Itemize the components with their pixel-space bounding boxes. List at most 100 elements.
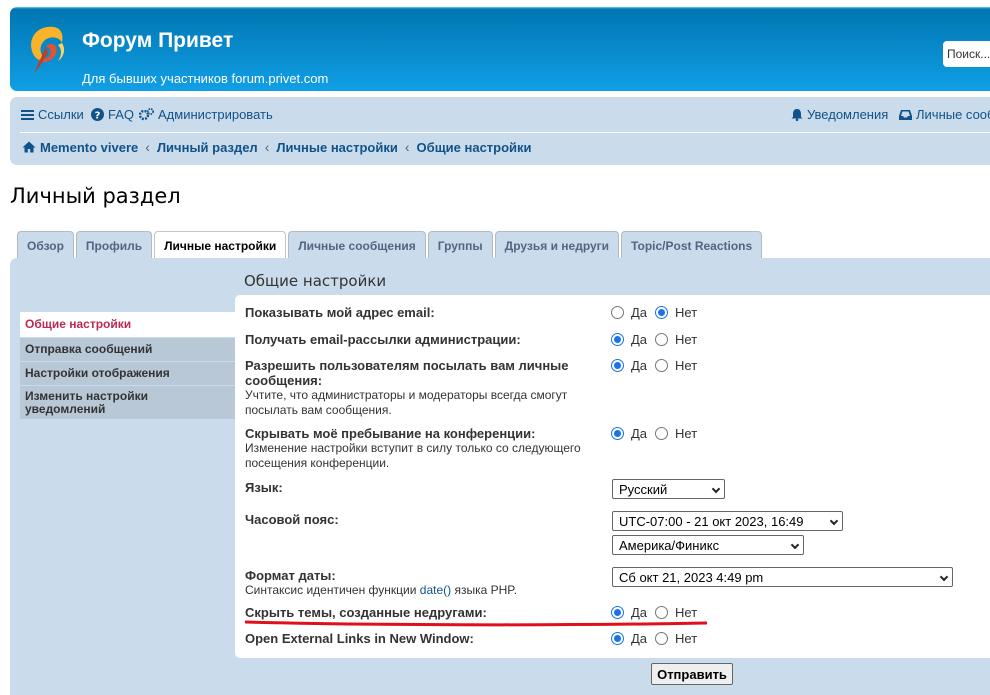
- radio-yes[interactable]: [611, 427, 624, 440]
- site-description: Для бывших участников forum.privet.com: [82, 71, 329, 86]
- hamburger-icon: [21, 109, 34, 120]
- radio-group: Да Нет: [611, 358, 705, 373]
- site-title[interactable]: Форум Привет: [82, 29, 233, 53]
- settings-form: Показывать мой адрес email: Да Нет Получ…: [235, 295, 990, 658]
- radio-no-label: Нет: [675, 605, 698, 620]
- submit-button[interactable]: Отправить: [651, 663, 733, 685]
- radio-no-label: Нет: [675, 305, 698, 320]
- bell-icon: [791, 109, 803, 121]
- radio-yes[interactable]: [611, 359, 624, 372]
- setting-explain: Учтите, что администраторы и модераторы …: [245, 388, 568, 417]
- radio-yes[interactable]: [611, 606, 624, 619]
- timezone-select-value: UTC-07:00 - 21 окт 2023, 16:49: [619, 514, 804, 529]
- breadcrumb-separator: ‹: [145, 139, 150, 155]
- radio-yes[interactable]: [611, 306, 624, 319]
- setting-label-text: Скрывать моё пребывание на конференции:: [245, 426, 536, 441]
- setting-label: Разрешить пользователям посылать вам лич…: [245, 358, 605, 418]
- radio-yes[interactable]: [611, 333, 624, 346]
- setting-label: Показывать мой адрес email:: [245, 305, 435, 320]
- breadcrumb-separator: ‹: [264, 139, 270, 155]
- tab-friends-foes[interactable]: Друзья и недруги: [494, 231, 620, 258]
- search-input[interactable]: Поиск...: [943, 41, 990, 67]
- radio-group: Да Нет: [611, 426, 705, 441]
- radio-no-label: Нет: [675, 358, 698, 373]
- radio-no[interactable]: [655, 333, 669, 346]
- tab-reactions[interactable]: Topic/Post Reactions: [621, 231, 763, 258]
- chevron-down-icon: [939, 572, 949, 582]
- radio-no[interactable]: [655, 632, 669, 645]
- breadcrumb-prefs[interactable]: Личные настройки: [276, 140, 398, 155]
- radio-yes[interactable]: [611, 632, 624, 645]
- tab-profile[interactable]: Профиль: [75, 231, 153, 258]
- faq-link[interactable]: ? FAQ: [91, 107, 134, 122]
- red-underline-annotation: [245, 620, 707, 627]
- tab-overview[interactable]: Обзор: [17, 231, 74, 258]
- setting-label: Формат даты: Синтаксис идентичен функции…: [245, 568, 605, 598]
- breadcrumb-ucp[interactable]: Личный раздел: [157, 140, 258, 155]
- radio-yes-label: Да: [631, 631, 648, 646]
- radio-no-label: Нет: [675, 332, 698, 347]
- explain-prefix: Синтаксис идентичен функции: [245, 583, 420, 597]
- radio-yes-label: Да: [631, 605, 648, 620]
- admin-link[interactable]: Администрировать: [139, 107, 273, 122]
- home-icon[interactable]: [22, 141, 36, 153]
- radio-yes-label: Да: [631, 358, 648, 373]
- radio-no-label: Нет: [675, 631, 698, 646]
- page-title: Личный раздел: [10, 184, 181, 208]
- question-circle-icon: ?: [91, 108, 104, 121]
- setting-label: Скрывать моё пребывание на конференции: …: [245, 426, 605, 471]
- chevron-down-icon: [829, 516, 839, 526]
- language-select-value: Русский: [619, 482, 668, 497]
- side-item-general[interactable]: Общие настройки: [20, 312, 235, 338]
- panel-title: Общие настройки: [244, 272, 387, 290]
- radio-yes-label: Да: [631, 305, 648, 320]
- radio-no[interactable]: [655, 306, 669, 319]
- setting-label: Язык:: [245, 480, 283, 495]
- chevron-down-icon: [711, 484, 721, 494]
- side-item-posting[interactable]: Отправка сообщений: [20, 338, 235, 362]
- navbar-divider: [20, 132, 990, 133]
- site-header: Форум Привет Для бывших участников forum…: [10, 7, 990, 91]
- date-function-link[interactable]: date(): [420, 583, 451, 597]
- timezone-select[interactable]: UTC-07:00 - 21 окт 2023, 16:49: [612, 511, 843, 531]
- side-item-display[interactable]: Настройки отображения: [20, 362, 235, 386]
- private-messages-link[interactable]: Личные сообщения: [899, 107, 990, 122]
- notifications-label: Уведомления: [807, 107, 889, 122]
- radio-group: Да Нет: [611, 605, 705, 620]
- svg-text:?: ?: [95, 111, 101, 122]
- gears-icon: [139, 108, 154, 121]
- radio-group: Да Нет: [611, 332, 705, 347]
- side-item-notifications[interactable]: Изменить настройки уведомлений: [20, 386, 235, 420]
- radio-no[interactable]: [655, 359, 669, 372]
- region-select-value: Америка/Финикс: [619, 538, 720, 553]
- breadcrumb-home[interactable]: Memento vivere: [40, 140, 138, 155]
- quick-links-label: Ссылки: [38, 107, 84, 122]
- radio-no-label: Нет: [675, 426, 698, 441]
- tab-preferences[interactable]: Личные настройки: [154, 231, 287, 259]
- setting-label: Скрыть темы, созданные недругами:: [245, 605, 487, 620]
- quick-links-menu[interactable]: Ссылки: [21, 107, 84, 122]
- breadcrumb-general[interactable]: Общие настройки: [417, 140, 532, 155]
- radio-no[interactable]: [655, 606, 669, 619]
- breadcrumb: Memento vivere ‹ Личный раздел ‹ Личные …: [22, 139, 532, 155]
- region-select[interactable]: Америка/Финикс: [612, 535, 804, 555]
- private-messages-label: Личные сообщения: [916, 107, 990, 122]
- setting-label-text: Формат даты:: [245, 568, 336, 583]
- setting-label: Получать email-рассылки администрации:: [245, 332, 521, 347]
- navbar: Ссылки ? FAQ Администрировать Уведомлени…: [10, 97, 990, 165]
- setting-label: Часовой пояс:: [245, 512, 339, 527]
- notifications-link[interactable]: Уведомления: [791, 107, 888, 122]
- radio-no[interactable]: [655, 427, 669, 440]
- site-logo-icon[interactable]: [24, 21, 72, 77]
- dateformat-select-value: Сб окт 21, 2023 4:49 pm: [619, 570, 764, 585]
- dateformat-select[interactable]: Сб окт 21, 2023 4:49 pm: [612, 567, 953, 587]
- chevron-down-icon: [790, 540, 800, 550]
- tab-private-messages[interactable]: Личные сообщения: [288, 231, 426, 258]
- radio-yes-label: Да: [631, 332, 648, 347]
- setting-label-text: Разрешить пользователям посылать вам лич…: [245, 358, 569, 388]
- breadcrumb-separator: ‹: [404, 139, 410, 155]
- language-select[interactable]: Русский: [612, 479, 725, 499]
- setting-explain: Синтаксис идентичен функции date() языка…: [245, 583, 605, 598]
- tab-groups[interactable]: Группы: [427, 231, 493, 258]
- radio-yes-label: Да: [631, 426, 648, 441]
